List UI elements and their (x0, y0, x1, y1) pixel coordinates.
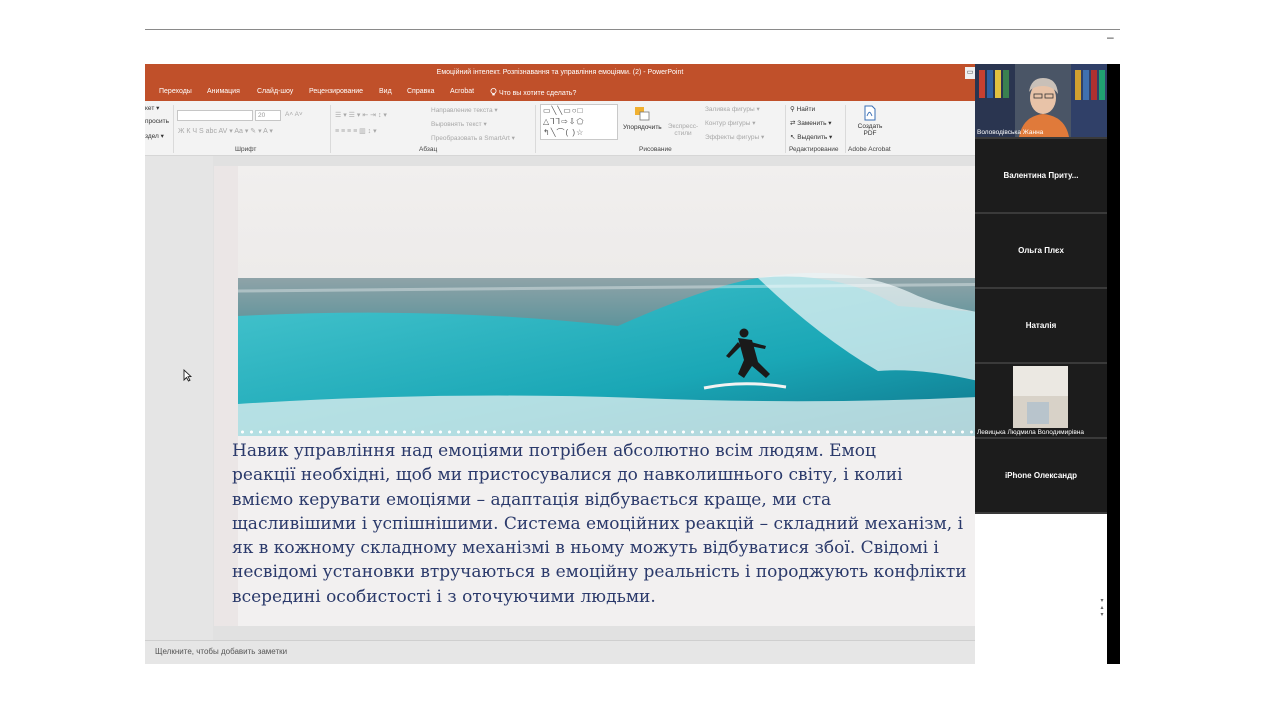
notes-pane[interactable]: Щелкните, чтобы добавить заметки (145, 640, 975, 664)
paragraph-group-label: Абзац (419, 146, 438, 153)
pointer-icon: ↖ (790, 134, 796, 141)
menu-bar: Переходы Анимация Слайд-шоу Рецензирован… (145, 82, 975, 101)
select-label: Выделить ▾ (797, 134, 833, 141)
group-separator (330, 105, 331, 153)
participant-video (975, 364, 1107, 437)
find-button[interactable]: ⚲ Найти (790, 105, 815, 113)
vertical-scroll-arrows[interactable]: ▾ ▴ ▾ (1097, 598, 1107, 628)
participant-tile-olha[interactable]: Ольга Плєх (975, 214, 1107, 289)
shape-outline-button[interactable]: Контур фигуры ▾ (705, 119, 756, 127)
replace-button[interactable]: ⇄ Заменить ▾ (790, 119, 832, 127)
align-text-button[interactable]: Выровнять текст ▾ (431, 120, 487, 128)
ribbon: кет ▾ просить здел ▾ 20 A˄ A˅ Ж К Ч S ab… (145, 101, 975, 156)
group-separator (173, 105, 174, 153)
font-style-buttons[interactable]: Ж К Ч S abc AV ▾ Aa ▾ ✎ ▾ A ▾ (178, 127, 273, 135)
participant-name: Воловодівська Жанна (977, 129, 1044, 136)
editing-group-label: Редактирование (789, 146, 839, 153)
menu-help[interactable]: Справка (407, 88, 434, 95)
clipboard-item-2[interactable]: просить (145, 118, 169, 125)
restore-button[interactable]: ▭ (965, 67, 975, 79)
participant-name: Наталія (1025, 321, 1057, 330)
right-black-bar (1107, 64, 1120, 664)
slide-workspace: Навик управління над емоціями потрібен а… (145, 156, 975, 640)
window-title: Емоційний інтелект. Розпізнавання та упр… (145, 64, 975, 82)
participant-name: Ольга Плєх (1018, 246, 1064, 255)
menu-acrobat[interactable]: Acrobat (450, 88, 474, 95)
clipboard-item-3[interactable]: здел ▾ (145, 132, 164, 140)
menu-transitions[interactable]: Переходы (159, 88, 192, 95)
window-title-text: Емоційний інтелект. Розпізнавання та упр… (436, 69, 684, 76)
participant-tile-nataliia[interactable]: Наталія (975, 289, 1107, 364)
group-separator (845, 105, 846, 153)
create-pdf-label: Создать PDF (857, 123, 883, 137)
participant-name: iPhone Олександр (1004, 471, 1078, 480)
slide-canvas[interactable]: Навик управління над емоціями потрібен а… (214, 166, 975, 626)
thumbnail-pane[interactable] (145, 156, 213, 640)
arrange-icon (635, 107, 650, 121)
font-name-field[interactable] (177, 110, 253, 121)
lightbulb-icon (490, 88, 497, 96)
participant-tile-levytska[interactable]: Левицька Людмила Володимирівна (975, 364, 1107, 439)
text-direction-button[interactable]: Направление текста ▾ (431, 106, 498, 114)
participants-panel: Воловодівська Жанна Валентина Приту... О… (975, 64, 1107, 514)
search-icon: ⚲ (790, 106, 795, 113)
participant-tile-valentyna[interactable]: Валентина Приту... (975, 139, 1107, 214)
menu-review[interactable]: Рецензирование (309, 88, 363, 95)
align-buttons[interactable]: ≡ ≡ ≡ ≡ ▥ ↕ ▾ (335, 127, 377, 135)
pdf-icon (864, 105, 876, 121)
shape-effects-button[interactable]: Эффекты фигуры ▾ (705, 133, 764, 141)
create-pdf-button[interactable]: Создать PDF (853, 105, 887, 137)
quick-styles-button[interactable]: Экспресс-стили (667, 123, 699, 137)
top-divider (145, 29, 1120, 30)
surfer-wave-photo (238, 166, 975, 436)
participant-tile-iphone[interactable]: iPhone Олександр (975, 439, 1107, 514)
convert-smartart-button[interactable]: Преобразовать в SmartArt ▾ (431, 134, 515, 142)
arrange-label: Упорядочить (623, 124, 662, 131)
grow-shrink-font-icons[interactable]: A˄ A˅ (285, 111, 303, 118)
participant-video (975, 64, 1107, 137)
group-separator (535, 105, 536, 153)
clipboard-item-1[interactable]: кет ▾ (145, 104, 159, 112)
menu-view[interactable]: Вид (379, 88, 392, 95)
replace-icon: ⇄ (790, 120, 796, 127)
font-size-field[interactable]: 20 (255, 110, 281, 121)
participant-name: Валентина Приту... (1003, 171, 1079, 180)
replace-label: Заменить ▾ (797, 120, 832, 127)
dotted-divider (238, 428, 975, 436)
drawing-group-label: Рисование (639, 146, 672, 153)
select-button[interactable]: ↖ Выделить ▾ (790, 133, 832, 141)
font-group-label: Шрифт (235, 146, 257, 153)
find-label: Найти (796, 106, 816, 113)
arrange-button[interactable]: Упорядочить (623, 106, 662, 131)
group-separator (785, 105, 786, 153)
mouse-pointer-icon (183, 369, 192, 382)
tell-me-label: Что вы хотите сделать? (498, 90, 577, 97)
menu-animation[interactable]: Анимация (207, 88, 240, 95)
surfer-photo-graphic (238, 166, 975, 436)
list-buttons[interactable]: ☰ ▾ ☰ ▾ ⇤ ⇥ ↕ ▾ (335, 111, 387, 119)
shapes-gallery[interactable]: ▭╲╲▭○□ △⅂⅂⇨⇩⬠ ↰╲⌒( )☆ (540, 104, 618, 140)
acrobat-group-label: Adobe Acrobat (848, 146, 891, 153)
tell-me-search[interactable]: Что вы хотите сделать? (490, 88, 576, 97)
minimize-button[interactable]: – (1107, 30, 1114, 44)
powerpoint-window: Емоційний інтелект. Розпізнавання та упр… (145, 64, 975, 664)
participant-name: Левицька Людмила Володимирівна (977, 429, 1084, 436)
shape-fill-button[interactable]: Заливка фигуры ▾ (705, 105, 760, 113)
participant-tile-volodivska[interactable]: Воловодівська Жанна (975, 64, 1107, 139)
menu-slideshow[interactable]: Слайд-шоу (257, 88, 293, 95)
slide-body-text[interactable]: Навик управління над емоціями потрібен а… (232, 439, 975, 609)
